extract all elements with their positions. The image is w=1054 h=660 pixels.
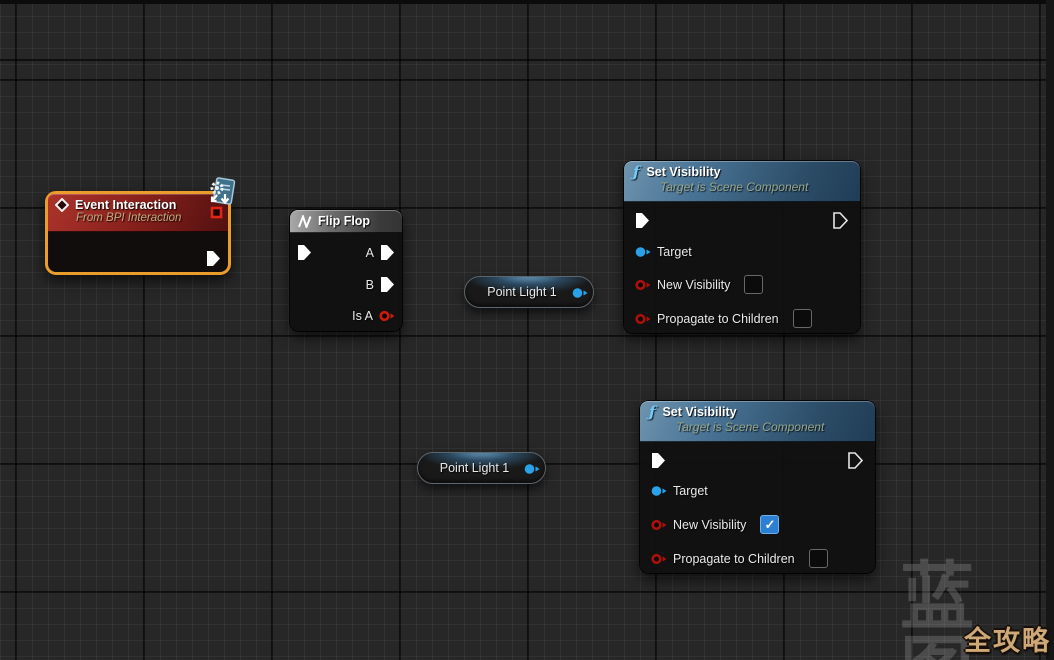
bool-pin-new-visibility[interactable] [651,519,667,531]
bool-pin-propagate[interactable] [651,553,667,565]
node-event-interaction[interactable]: Event Interaction From BPI Interaction [45,191,231,275]
flipflop-node-header[interactable]: Flip Flop [290,210,402,233]
pin-label-new-visibility: New Visibility [657,278,730,292]
interface-event-badge-icon [205,177,237,209]
function-f-icon: ƒ [633,165,639,179]
exec-out-pin[interactable] [848,452,863,469]
new-visibility-checkbox[interactable]: ✓ [744,275,763,294]
exec-in-pin[interactable] [635,212,650,229]
graph-grid [0,0,1054,660]
exec-in-pin[interactable] [651,452,666,469]
target-object-pin[interactable] [635,246,651,258]
event-node-subtitle: From BPI Interaction [76,212,228,224]
pin-label-new-visibility: New Visibility [673,518,746,532]
function-f-icon: ƒ [649,405,655,419]
bool-out-pin-is-a[interactable] [379,310,395,322]
setvis1-node-subtitle: Target is Scene Component [660,180,860,194]
pin-label-target: Target [673,484,708,498]
pin-label-target: Target [657,245,692,259]
watermark-badge: 全攻略 [964,619,1051,658]
top-edge-bar [0,0,1054,4]
bool-pin-new-visibility[interactable] [635,279,651,291]
exec-out-pin[interactable] [206,250,221,267]
pin-label-propagate: Propagate to Children [673,552,795,566]
node-point-light-1-getter-b[interactable]: Point Light 1 [417,452,546,484]
setvis2-node-header[interactable]: ƒ Set Visibility Target is Scene Compone… [640,401,875,442]
node-point-light-1-getter-a[interactable]: Point Light 1 [464,276,594,308]
node-set-visibility-2[interactable]: ƒ Set Visibility Target is Scene Compone… [640,401,875,573]
node-set-visibility-1[interactable]: ƒ Set Visibility Target is Scene Compone… [624,161,860,333]
pin-label-is-a: Is A [352,309,373,323]
pointlight-b-label: Point Light 1 [440,461,510,475]
object-out-pin[interactable] [572,287,588,299]
event-node-title: Event Interaction [75,198,176,212]
setvis1-node-title: Set Visibility [646,165,720,179]
setvis2-node-title: Set Visibility [662,405,736,419]
pointlight-a-label: Point Light 1 [487,285,557,299]
exec-out-pin[interactable] [833,212,848,229]
blueprint-graph-canvas[interactable]: Event Interaction From BPI Interaction F… [0,0,1054,660]
setvis2-node-subtitle: Target is Scene Component [676,420,875,434]
bool-pin-propagate[interactable] [635,313,651,325]
object-out-pin[interactable] [524,463,540,475]
check-icon: ✓ [764,517,775,532]
propagate-checkbox[interactable]: ✓ [793,309,812,328]
target-object-pin[interactable] [651,485,667,497]
flipflop-zigzag-icon [297,215,312,228]
pin-label-a: A [366,246,374,260]
exec-out-pin-b[interactable] [380,276,395,293]
exec-out-pin-a[interactable] [380,244,395,261]
node-flip-flop[interactable]: Flip Flop A B Is A [290,210,402,331]
exec-in-pin[interactable] [297,244,312,261]
event-node-header[interactable]: Event Interaction From BPI Interaction [48,194,228,232]
new-visibility-checkbox[interactable]: ✓ [760,515,779,534]
flipflop-node-title: Flip Flop [318,214,370,228]
pin-label-b: B [366,278,374,292]
setvis1-node-header[interactable]: ƒ Set Visibility Target is Scene Compone… [624,161,860,202]
propagate-checkbox[interactable]: ✓ [809,549,828,568]
pin-label-propagate: Propagate to Children [657,312,779,326]
event-diamond-icon [55,198,69,212]
